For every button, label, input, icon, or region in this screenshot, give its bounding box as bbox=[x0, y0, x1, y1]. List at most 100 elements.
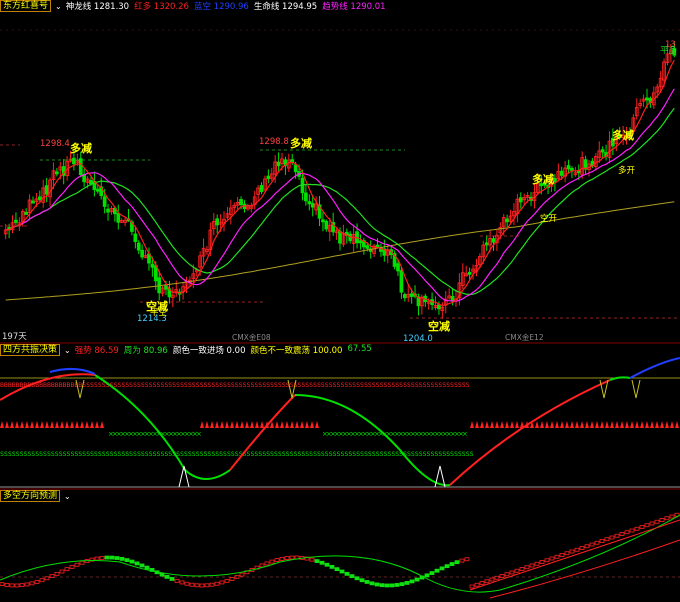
forecast-bar bbox=[399, 582, 405, 587]
up-arrow-mark bbox=[645, 421, 649, 428]
up-arrow-mark bbox=[605, 421, 609, 428]
panel2-header: 四方共振决策 ⌄ 强势 86.59 周为 80.96 颜色一致进场 0.00 颜色不一… bbox=[0, 344, 372, 356]
up-arrow-mark bbox=[220, 421, 224, 428]
forecast-bar bbox=[19, 583, 25, 588]
up-arrow-mark bbox=[600, 421, 604, 428]
candle-body bbox=[518, 197, 523, 203]
candle-body bbox=[37, 196, 42, 201]
up-arrow-mark bbox=[310, 421, 314, 428]
forecast-bar bbox=[314, 559, 320, 563]
resonance-panel: BBBBBBBBBBBBBBBBBBBBBSSSSSSSSSSSSSSSSSSS… bbox=[0, 357, 680, 490]
panel2-title: 四方共振决策 bbox=[3, 345, 58, 355]
up-arrow-mark bbox=[545, 421, 549, 428]
legend-label: 生命线 bbox=[253, 2, 280, 12]
up-arrow-mark bbox=[295, 421, 299, 428]
candle-body bbox=[600, 149, 605, 153]
legend-value: 1320.26 bbox=[151, 2, 189, 12]
forecast-bar bbox=[644, 523, 650, 528]
forecast-bar bbox=[589, 542, 595, 547]
forecast-bar bbox=[164, 574, 170, 579]
up-arrow-mark bbox=[250, 421, 254, 428]
legend-item: 周为 80.96 bbox=[124, 344, 168, 356]
legend-item: 颜色一致进场 0.00 bbox=[173, 344, 246, 356]
up-arrow-mark bbox=[535, 421, 539, 428]
forecast-bar bbox=[544, 558, 550, 563]
candle-body bbox=[307, 201, 312, 205]
candle-body bbox=[140, 249, 145, 258]
forecast-bar bbox=[424, 573, 430, 578]
forecast-bar bbox=[569, 549, 575, 554]
candle-body bbox=[72, 157, 76, 165]
forecast-bar bbox=[239, 572, 245, 577]
forecast-bar bbox=[379, 583, 385, 588]
panel1-header: 东方红喜号 ⌄ 神龙线 1281.30 红多 1320.26 蓝空 1290.96 生… bbox=[0, 0, 386, 12]
yellow-notch bbox=[631, 379, 641, 399]
forecast-bar bbox=[479, 581, 485, 585]
forecast-bar bbox=[469, 584, 475, 589]
up-arrow-mark bbox=[260, 421, 264, 428]
panel2-title-box[interactable]: 四方共振决策 bbox=[0, 344, 61, 356]
forecast-bar bbox=[134, 561, 140, 566]
candle-body bbox=[491, 238, 496, 243]
forecast-bar bbox=[189, 582, 195, 587]
up-arrow-mark bbox=[65, 421, 69, 428]
forecast-bar bbox=[529, 563, 535, 568]
candle-body bbox=[321, 219, 325, 223]
up-arrow-mark bbox=[475, 421, 479, 428]
forecast-bar bbox=[629, 528, 635, 533]
up-arrow-mark bbox=[595, 421, 599, 428]
forecast-bar bbox=[599, 539, 605, 543]
panel1-title-box[interactable]: 东方红喜号 bbox=[0, 0, 52, 12]
up-arrow-mark bbox=[640, 421, 644, 428]
forecast-bar bbox=[624, 530, 630, 535]
forecast-bar bbox=[524, 565, 530, 570]
contract-label-1: CMX金E08 bbox=[232, 333, 271, 342]
forecast-bar bbox=[459, 558, 465, 563]
oscillator-red bbox=[449, 379, 611, 486]
candle-body bbox=[338, 231, 342, 244]
candle-body bbox=[310, 203, 315, 208]
candle-body bbox=[14, 219, 18, 223]
forecast-bar bbox=[99, 555, 105, 560]
forecast-bar bbox=[24, 582, 30, 587]
up-arrow-mark bbox=[515, 421, 519, 428]
forecast-bar bbox=[284, 556, 290, 560]
up-arrow-mark bbox=[560, 421, 564, 428]
chevron-down-icon[interactable]: ⌄ bbox=[64, 492, 71, 501]
forecast-bar bbox=[554, 554, 560, 559]
up-arrow-mark bbox=[205, 421, 209, 428]
up-arrow-mark bbox=[565, 421, 569, 428]
legend-label: 红多 bbox=[134, 2, 152, 12]
panel3-title-box[interactable]: 多空方向预测 bbox=[0, 490, 61, 502]
forecast-bar bbox=[129, 559, 135, 564]
red-ma-line bbox=[5, 59, 675, 307]
up-arrow-mark bbox=[50, 421, 54, 428]
ping-duo-label: 平多 bbox=[660, 46, 678, 56]
up-arrow-mark bbox=[45, 421, 49, 428]
forecast-bar bbox=[454, 560, 460, 565]
duo-jian-4: 多减 bbox=[612, 129, 634, 142]
candle-body bbox=[484, 242, 489, 246]
up-arrow-mark bbox=[15, 421, 19, 428]
forecast-bar bbox=[509, 570, 515, 575]
peak1-price: 1298.4 bbox=[40, 139, 70, 149]
up-arrow-mark bbox=[90, 421, 94, 428]
up-arrow-mark bbox=[665, 421, 669, 428]
up-arrow-mark bbox=[0, 421, 4, 428]
up-arrow-mark bbox=[625, 421, 629, 428]
candle-body bbox=[276, 161, 281, 167]
kong-kai-label: 空开 bbox=[540, 214, 558, 224]
forecast-bar bbox=[384, 583, 390, 588]
forecast-bar bbox=[329, 564, 335, 569]
legend-label: 颜色一致进场 bbox=[172, 346, 224, 356]
candle-body bbox=[396, 263, 400, 272]
forecast-bar bbox=[359, 578, 365, 583]
up-arrow-mark bbox=[225, 421, 229, 428]
legend-label: 蓝空 bbox=[193, 2, 211, 12]
forecast-bar bbox=[94, 556, 100, 561]
chevron-down-icon[interactable]: ⌄ bbox=[64, 346, 71, 355]
forecast-bar bbox=[209, 582, 215, 587]
up-arrow-mark bbox=[5, 421, 9, 428]
chevron-down-icon[interactable]: ⌄ bbox=[55, 2, 62, 11]
panel1-legend: 神龙线 1281.30 红多 1320.26 蓝空 1290.96 生命线 1294.… bbox=[66, 0, 386, 12]
